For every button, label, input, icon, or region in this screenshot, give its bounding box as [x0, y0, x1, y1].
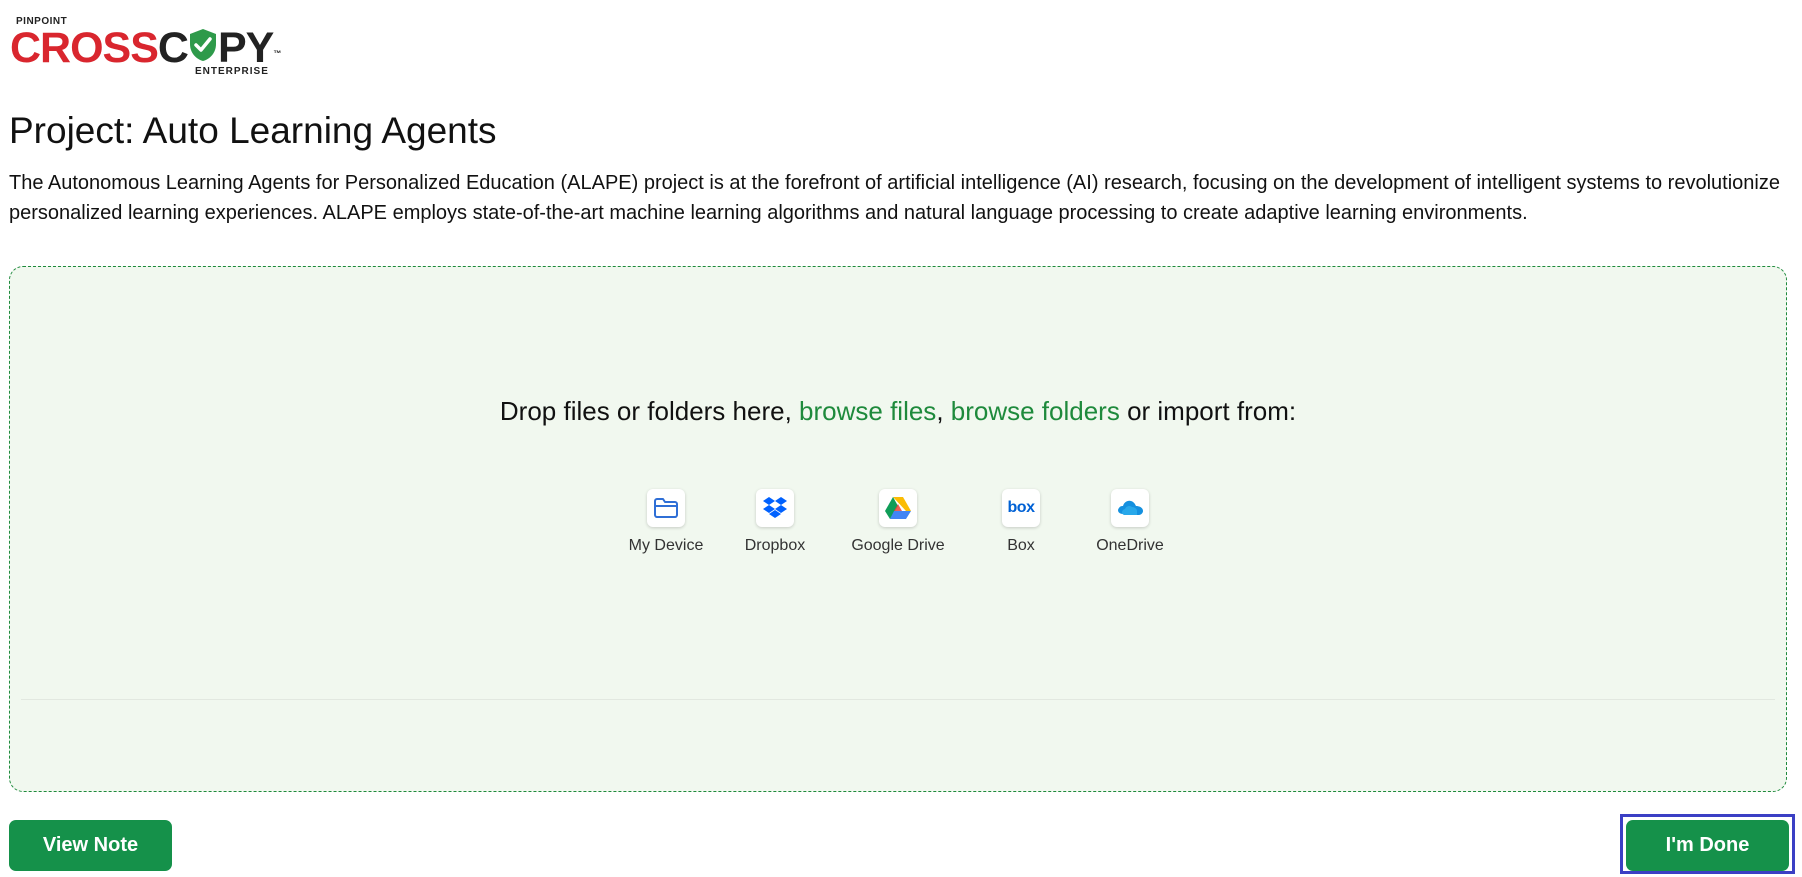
dropzone-instructions: Drop files or folders here, browse files… [10, 396, 1786, 427]
import-sources: My Device Dropbox Google Drive box Box O… [10, 489, 1786, 555]
source-label: OneDrive [1096, 537, 1164, 554]
source-dropbox[interactable]: Dropbox [737, 489, 814, 555]
source-my-device[interactable]: My Device [628, 489, 705, 555]
dropzone-separator: , [936, 396, 951, 426]
box-logo-text: box [1007, 499, 1035, 516]
dropzone-prefix: Drop files or folders here, [499, 396, 800, 426]
browse-folders-link[interactable]: browse folders [951, 396, 1120, 426]
page-title: Project: Auto Learning Agents [9, 110, 497, 151]
source-label: Dropbox [744, 537, 806, 554]
logo-c-text: C [157, 24, 189, 72]
file-dropzone[interactable]: Drop files or folders here, browse files… [9, 266, 1787, 792]
project-description: The Autonomous Learning Agents for Perso… [9, 172, 1780, 224]
logo-shield-check-icon [188, 24, 218, 72]
dropbox-icon [756, 489, 794, 527]
logo-enterprise-text: ENTERPRISE [195, 66, 269, 77]
logo-py-text: PY [217, 24, 274, 72]
logo-cross-text: CROSS [10, 24, 159, 72]
source-onedrive[interactable]: OneDrive [1092, 489, 1169, 555]
logo-trademark: ™ [273, 49, 281, 58]
dropzone-suffix: or import from: [1119, 396, 1297, 426]
box-icon: box [1002, 489, 1040, 527]
folder-icon [647, 489, 685, 527]
source-box[interactable]: box Box [983, 489, 1060, 555]
dropzone-divider [21, 699, 1775, 700]
view-note-button[interactable]: View Note [9, 820, 172, 871]
google-drive-icon [879, 489, 917, 527]
browse-files-link[interactable]: browse files [799, 396, 936, 426]
source-label: Box [1007, 537, 1035, 554]
crosscopy-logo: PINPOINT CROSSC PY™ ENTERPRISE [10, 16, 310, 78]
im-done-button[interactable]: I'm Done [1626, 820, 1789, 871]
source-label: My Device [628, 537, 704, 554]
source-google-drive[interactable]: Google Drive [846, 489, 951, 555]
upload-page: PINPOINT CROSSC PY™ ENTERPRISE Project: … [0, 0, 1802, 877]
onedrive-icon [1111, 489, 1149, 527]
source-label: Google Drive [851, 537, 945, 554]
